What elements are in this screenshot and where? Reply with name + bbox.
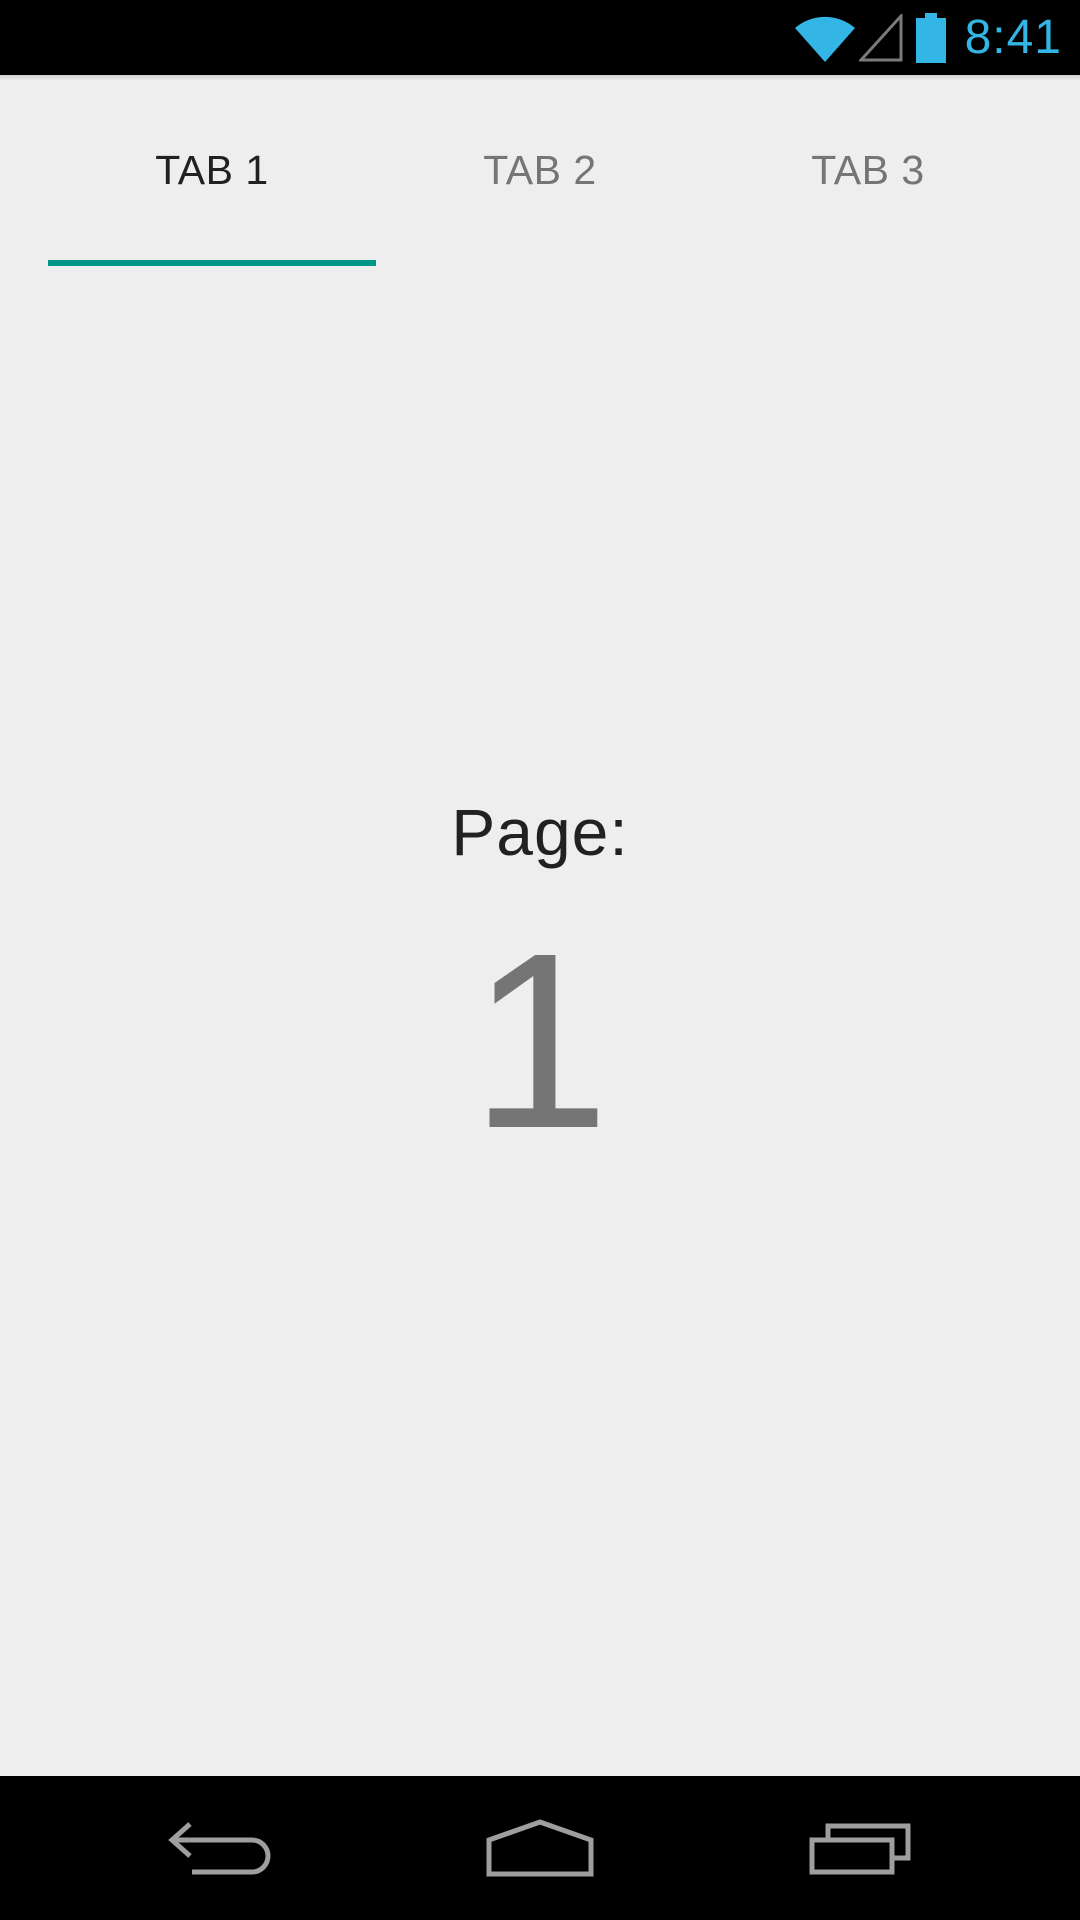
screen: 8:41 TAB 1 TAB 2 TAB 3 Page: 1 — [0, 0, 1080, 1920]
recents-icon — [809, 1823, 911, 1875]
tab-2-label: TAB 2 — [483, 147, 597, 193]
battery-icon — [915, 12, 946, 63]
page-label: Page: — [451, 795, 629, 869]
tab-2[interactable]: TAB 2 — [376, 75, 704, 266]
signal-icon — [858, 13, 903, 61]
recents-button[interactable] — [770, 1776, 950, 1920]
home-button[interactable] — [450, 1776, 630, 1920]
status-clock: 8:41 — [964, 11, 1062, 64]
tab-1-label: TAB 1 — [155, 147, 269, 193]
back-button[interactable] — [130, 1776, 310, 1920]
tab-3[interactable]: TAB 3 — [704, 75, 1032, 266]
home-icon — [486, 1819, 594, 1877]
back-icon — [168, 1822, 271, 1875]
nav-bar — [0, 1776, 1080, 1920]
tab-3-label: TAB 3 — [811, 147, 925, 193]
tab-bar: TAB 1 TAB 2 TAB 3 — [0, 75, 1080, 266]
page-number: 1 — [470, 901, 610, 1180]
status-bar: 8:41 — [0, 0, 1080, 75]
page-content: Page: 1 — [0, 266, 1080, 1776]
tabs: TAB 1 TAB 2 TAB 3 — [48, 75, 1032, 266]
tab-1[interactable]: TAB 1 — [48, 75, 376, 266]
status-icons: 8:41 — [793, 0, 1062, 75]
wifi-icon — [794, 16, 855, 62]
